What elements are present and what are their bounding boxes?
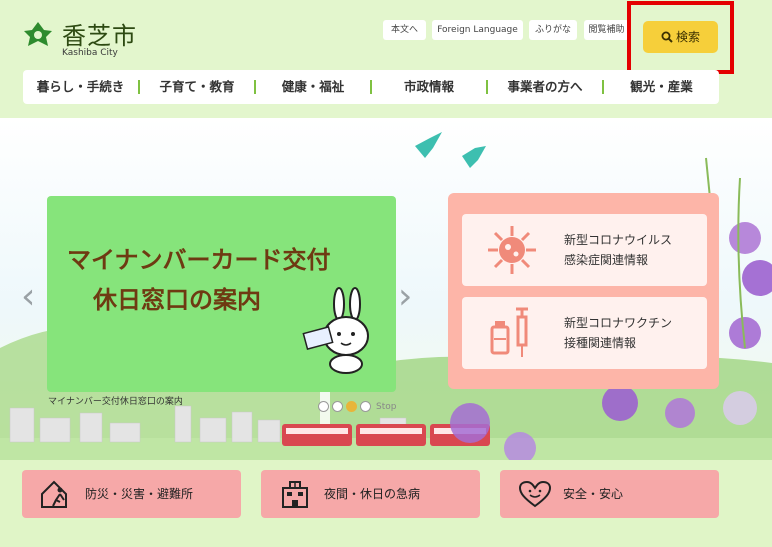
- covid-info-panel: 新型コロナウイルス 感染症関連情報 新型コロナワクチン 接種関連情報: [448, 193, 719, 389]
- virus-icon: [488, 226, 536, 274]
- carousel-dot[interactable]: [318, 401, 329, 412]
- covid-info-text: 新型コロナウイルス 感染症関連情報: [564, 230, 672, 270]
- safety-security-label: 安全・安心: [563, 487, 624, 501]
- hospital-icon: [282, 481, 308, 508]
- banner-line-1: マイナンバーカード交付: [67, 246, 331, 274]
- carousel-indicators: Stop: [318, 396, 396, 412]
- evacuation-icon: [41, 480, 67, 508]
- site-header: 香芝市 Kashiba City 本文へ Foreign Language ふり…: [0, 0, 772, 118]
- carousel-prev-arrow[interactable]: ‹: [21, 276, 35, 317]
- carousel-stop-button[interactable]: Stop: [376, 402, 396, 412]
- site-logo[interactable]: 香芝市 Kashiba City: [22, 16, 172, 58]
- foreign-language-link[interactable]: Foreign Language: [432, 20, 523, 40]
- nav-item-living[interactable]: 暮らし・手続き: [23, 70, 138, 104]
- mascot-rabbit-icon: [302, 287, 369, 374]
- emergency-illness-label: 夜間・休日の急病: [324, 487, 421, 501]
- disaster-prevention-button[interactable]: 防災・災害・避難所: [22, 470, 241, 518]
- carousel-dot[interactable]: [332, 401, 343, 412]
- nav-item-childcare[interactable]: 子育て・教育: [140, 70, 254, 104]
- safety-security-button[interactable]: 安全・安心: [500, 470, 719, 518]
- search-highlight-box: [627, 1, 734, 74]
- vaccine-icon: [490, 307, 528, 357]
- quick-links-bar: 防災・災害・避難所 夜間・休日の急病 安全・安心: [0, 460, 772, 547]
- skip-to-content-link[interactable]: 本文へ: [383, 20, 426, 40]
- vaccine-info-line-1: 新型コロナワクチン: [564, 316, 673, 330]
- banner-line-2: 休日窓口の案内: [93, 286, 261, 314]
- emergency-illness-button[interactable]: 夜間・休日の急病: [261, 470, 480, 518]
- disaster-prevention-label: 防災・災害・避難所: [85, 487, 194, 501]
- covid-info-card[interactable]: 新型コロナウイルス 感染症関連情報: [462, 214, 707, 286]
- vaccine-info-line-2: 接種関連情報: [564, 336, 637, 350]
- site-title: 香芝市: [62, 22, 137, 50]
- birds-illustration: [415, 132, 486, 168]
- global-nav: 暮らし・手続き 子育て・教育 健康・福祉 市政情報 事業者の方へ 観光・産業: [23, 70, 719, 104]
- nav-item-tourism[interactable]: 観光・産業: [604, 70, 719, 104]
- city-emblem-icon: [24, 22, 52, 46]
- mynumber-banner[interactable]: マイナンバーカード交付 休日窓口の案内: [47, 196, 396, 392]
- covid-info-line-1: 新型コロナウイルス: [564, 233, 673, 247]
- furigana-toggle[interactable]: ふりがな: [529, 20, 577, 40]
- carousel-dot-active[interactable]: [346, 401, 357, 412]
- heart-icon: [518, 480, 552, 508]
- carousel-dot[interactable]: [360, 401, 371, 412]
- page: 香芝市 Kashiba City 本文へ Foreign Language ふり…: [0, 0, 772, 547]
- nav-item-business[interactable]: 事業者の方へ: [488, 70, 602, 104]
- site-subtitle: Kashiba City: [62, 48, 118, 58]
- hero-section: ‹ › マイナンバーカード交付 休日窓口の案内 マイナンバー交付休日窓口の案内 …: [0, 118, 772, 460]
- banner-caption[interactable]: マイナンバー交付休日窓口の案内: [48, 394, 183, 407]
- vaccine-info-text: 新型コロナワクチン 接種関連情報: [564, 313, 672, 353]
- carousel-next-arrow[interactable]: ›: [398, 276, 412, 317]
- nav-item-city-info[interactable]: 市政情報: [372, 70, 486, 104]
- covid-info-line-2: 感染症関連情報: [564, 253, 649, 267]
- nav-item-health[interactable]: 健康・福祉: [256, 70, 370, 104]
- vaccine-info-card[interactable]: 新型コロナワクチン 接種関連情報: [462, 297, 707, 369]
- accessibility-link[interactable]: 閲覧補助: [584, 20, 629, 40]
